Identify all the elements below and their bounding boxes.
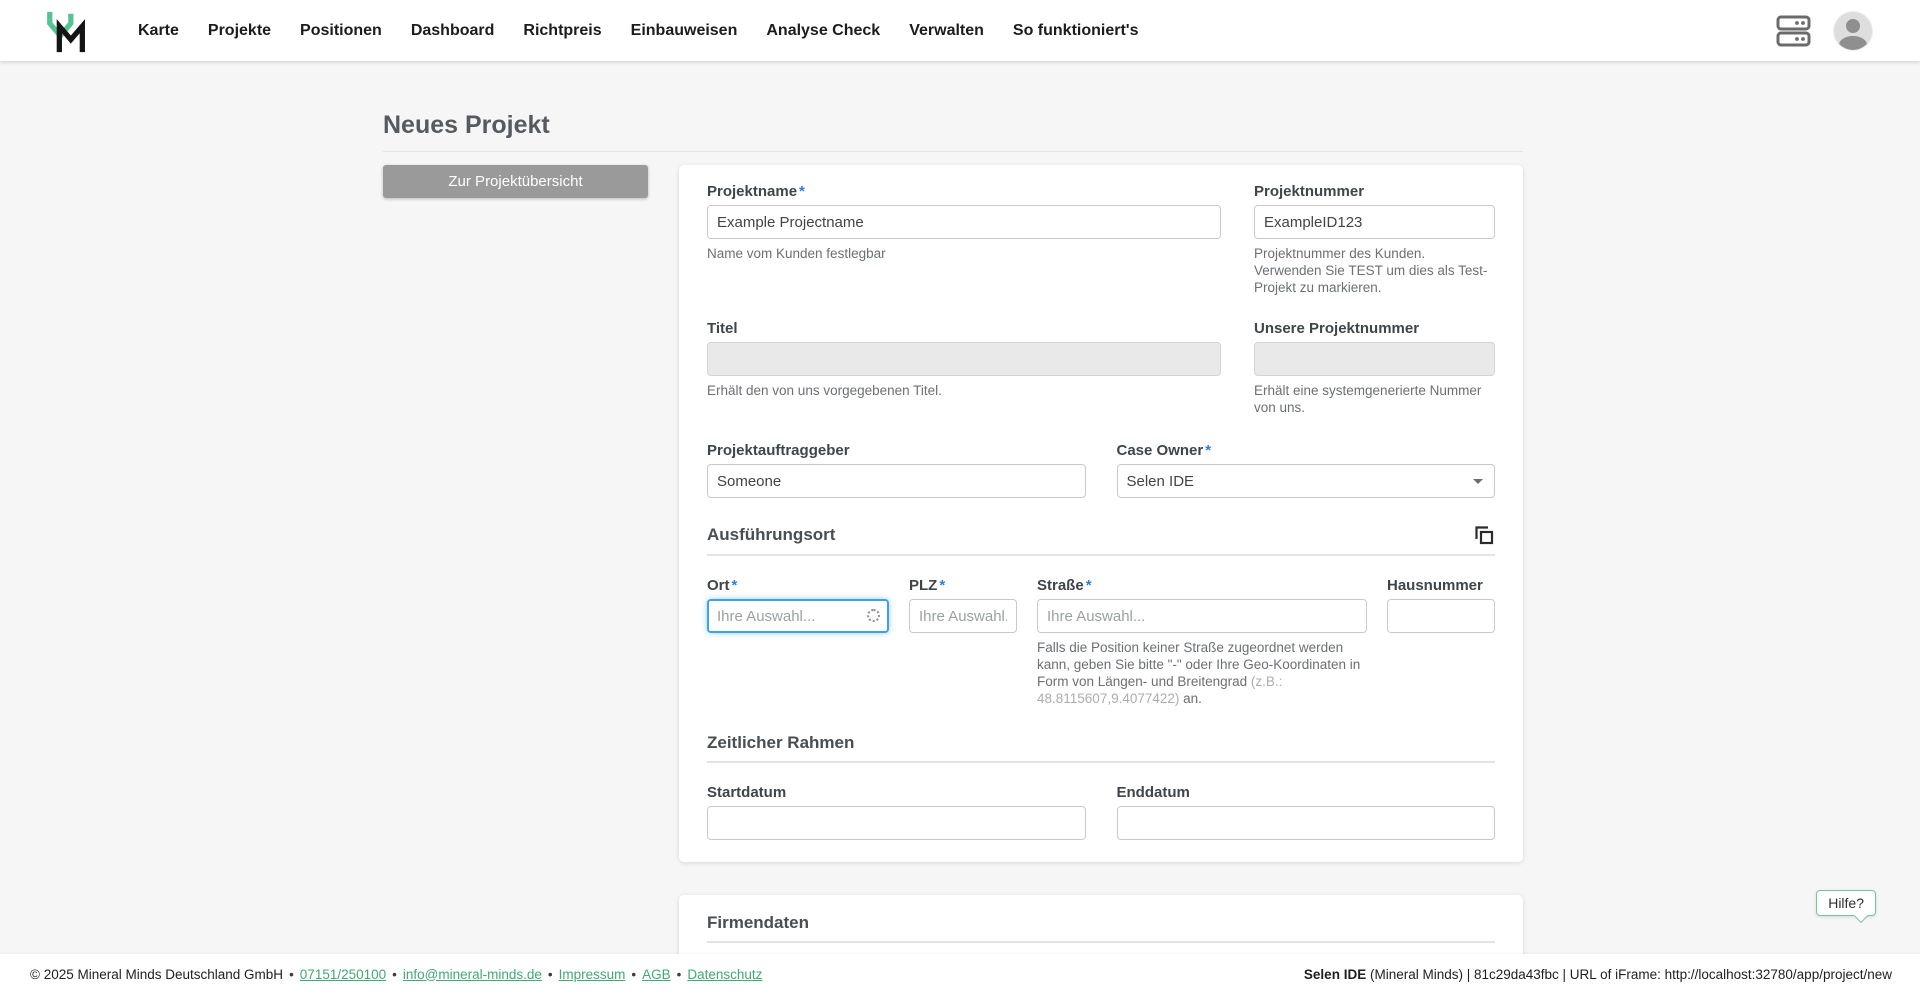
- nav-right-actions: [1776, 12, 1872, 50]
- footer-link-impressum[interactable]: Impressum: [559, 967, 626, 982]
- field-titel: Titel Erhält den von uns vorgegebenen Ti…: [707, 320, 1221, 416]
- section-firmendaten: Firmendaten: [707, 913, 1495, 943]
- required-marker: *: [1086, 577, 1092, 594]
- page-title: Neues Projekt: [383, 111, 1523, 152]
- footer-link-datenschutz[interactable]: Datenschutz: [687, 967, 762, 982]
- zeitlicher-rahmen-title: Zeitlicher Rahmen: [707, 733, 854, 753]
- footer-bar: © 2025 Mineral Minds Deutschland GmbH • …: [0, 954, 1920, 994]
- user-avatar[interactable]: [1834, 12, 1872, 50]
- case-owner-value: Selen IDE: [1127, 473, 1195, 490]
- plz-label: PLZ*: [909, 577, 1017, 594]
- top-navigation-bar: Karte Projekte Positionen Dashboard Rich…: [0, 0, 1920, 61]
- ort-label: Ort*: [707, 577, 889, 594]
- field-hausnummer: Hausnummer: [1387, 577, 1495, 707]
- nav-item-karte[interactable]: Karte: [138, 22, 179, 40]
- startdatum-label: Startdatum: [707, 784, 1086, 801]
- chevron-down-icon: [1473, 479, 1483, 484]
- footer-link-agb[interactable]: AGB: [642, 967, 671, 982]
- projektauftraggeber-input[interactable]: [707, 464, 1086, 498]
- nav-item-richtpreis[interactable]: Richtpreis: [523, 22, 601, 40]
- avatar-body-icon: [1839, 36, 1867, 50]
- server-icon[interactable]: [1776, 14, 1812, 48]
- copy-icon[interactable]: [1473, 524, 1495, 546]
- form-column: Projektname* Name vom Kunden festlegbar …: [679, 165, 1523, 987]
- enddatum-label: Enddatum: [1117, 784, 1496, 801]
- main-content: Neues Projekt Zur Projektübersicht Proje…: [0, 61, 1920, 987]
- footer-link-phone[interactable]: 07151/250100: [300, 967, 386, 982]
- unsere-projektnummer-label: Unsere Projektnummer: [1254, 320, 1495, 337]
- nav-item-dashboard[interactable]: Dashboard: [411, 22, 495, 40]
- help-button[interactable]: Hilfe?: [1816, 890, 1876, 916]
- firmendaten-title: Firmendaten: [707, 913, 809, 933]
- copyright-text: © 2025 Mineral Minds Deutschland GmbH: [30, 967, 283, 982]
- date-fields-row: Startdatum Enddatum: [707, 784, 1495, 840]
- left-column: Zur Projektübersicht: [383, 165, 679, 198]
- case-owner-label: Case Owner*: [1117, 442, 1496, 459]
- nav-item-verwalten[interactable]: Verwalten: [909, 22, 984, 40]
- field-projektname: Projektname* Name vom Kunden festlegbar: [707, 183, 1221, 296]
- required-marker: *: [1205, 442, 1211, 459]
- address-fields-row: Ort* PLZ* Straße*: [707, 577, 1495, 707]
- startdatum-input[interactable]: [707, 806, 1086, 840]
- footer-user-name: Selen IDE: [1304, 967, 1366, 982]
- strasse-input[interactable]: [1037, 599, 1367, 633]
- hausnummer-label: Hausnummer: [1387, 577, 1495, 594]
- titel-label: Titel: [707, 320, 1221, 337]
- unsere-projektnummer-helper: Erhält eine systemgenerierte Nummer von …: [1254, 382, 1495, 416]
- ort-input[interactable]: [707, 599, 889, 633]
- plz-input[interactable]: [909, 599, 1017, 633]
- help-button-label: Hilfe?: [1828, 895, 1864, 911]
- section-ausfuehrungsort: Ausführungsort: [707, 524, 1495, 556]
- projektname-label: Projektname*: [707, 183, 1221, 200]
- project-overview-button[interactable]: Zur Projektübersicht: [383, 165, 648, 198]
- project-form-card: Projektname* Name vom Kunden festlegbar …: [679, 165, 1523, 862]
- field-enddatum: Enddatum: [1117, 784, 1496, 840]
- field-unsere-projektnummer: Unsere Projektnummer Erhält eine systemg…: [1254, 320, 1495, 416]
- nav-item-analyse-check[interactable]: Analyse Check: [766, 22, 880, 40]
- field-startdatum: Startdatum: [707, 784, 1086, 840]
- nav-item-projekte[interactable]: Projekte: [208, 22, 271, 40]
- mineral-minds-logo-icon[interactable]: [44, 7, 90, 55]
- field-strasse: Straße* Falls die Position keiner Straße…: [1037, 577, 1367, 707]
- footer-left: © 2025 Mineral Minds Deutschland GmbH • …: [30, 967, 762, 982]
- required-marker: *: [799, 183, 805, 200]
- enddatum-input[interactable]: [1117, 806, 1496, 840]
- field-case-owner: Case Owner* Selen IDE: [1117, 442, 1496, 498]
- page: Karte Projekte Positionen Dashboard Rich…: [0, 0, 1920, 994]
- field-ort: Ort*: [707, 577, 889, 707]
- titel-helper: Erhält den von uns vorgegebenen Titel.: [707, 382, 1221, 399]
- field-projektauftraggeber: Projektauftraggeber: [707, 442, 1086, 498]
- strasse-helper: Falls die Position keiner Straße zugeord…: [1037, 639, 1367, 707]
- nav-menu: Karte Projekte Positionen Dashboard Rich…: [138, 22, 1139, 40]
- projektnummer-helper: Projektnummer des Kunden. Verwenden Sie …: [1254, 245, 1495, 296]
- strasse-label: Straße*: [1037, 577, 1367, 594]
- footer-session-info: Selen IDE (Mineral Minds) | 81c29da43fbc…: [1304, 967, 1892, 982]
- titel-input: [707, 342, 1221, 376]
- field-plz: PLZ*: [909, 577, 1017, 707]
- projektname-input[interactable]: [707, 205, 1221, 239]
- avatar-head-icon: [1846, 19, 1860, 33]
- projektname-helper: Name vom Kunden festlegbar: [707, 245, 1221, 262]
- unsere-projektnummer-input: [1254, 342, 1495, 376]
- nav-item-einbauweisen[interactable]: Einbauweisen: [631, 22, 738, 40]
- required-marker: *: [732, 577, 738, 594]
- loading-spinner-icon: [867, 609, 880, 622]
- section-zeitlicher-rahmen: Zeitlicher Rahmen: [707, 733, 1495, 763]
- projektauftraggeber-label: Projektauftraggeber: [707, 442, 1086, 459]
- case-owner-select[interactable]: Selen IDE: [1117, 464, 1496, 498]
- required-marker: *: [939, 577, 945, 594]
- footer-link-email[interactable]: info@mineral-minds.de: [403, 967, 542, 982]
- hausnummer-input[interactable]: [1387, 599, 1495, 633]
- footer-session-details: (Mineral Minds) | 81c29da43fbc | URL of …: [1366, 967, 1892, 982]
- projektnummer-label: Projektnummer: [1254, 183, 1495, 200]
- field-projektnummer: Projektnummer Projektnummer des Kunden. …: [1254, 183, 1495, 296]
- ausfuehrungsort-title: Ausführungsort: [707, 525, 835, 545]
- nav-item-positionen[interactable]: Positionen: [300, 22, 382, 40]
- nav-item-so-funktionierts[interactable]: So funktioniert's: [1013, 22, 1139, 40]
- projektnummer-input[interactable]: [1254, 205, 1495, 239]
